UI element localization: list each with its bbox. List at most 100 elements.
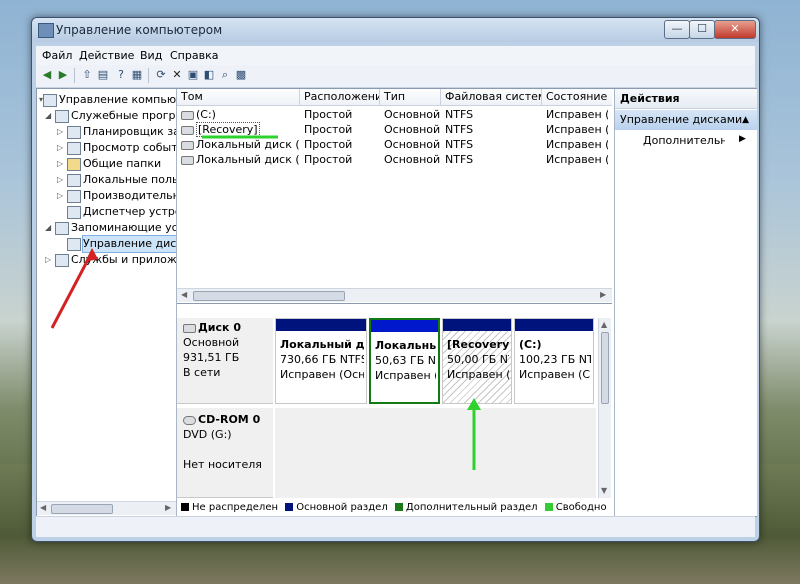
tree-item-label: Управление компьютером (локальным) (59, 93, 177, 106)
delete-icon[interactable]: ✕ (170, 68, 184, 82)
partition-state: Исправен (Система) (519, 368, 591, 381)
title-bar[interactable]: Управление компьютером — ☐ ✕ (32, 18, 759, 42)
actions-header: Действия (615, 89, 757, 109)
up-icon[interactable]: ⇧ (80, 68, 94, 82)
primary-partition-bar (371, 320, 438, 332)
tree-item-label: Службы и приложения (71, 253, 177, 266)
settings-icon[interactable]: ▩ (234, 68, 248, 82)
partition-e[interactable]: Локальный диск (E:) 730,66 ГБ NTFS Испра… (275, 318, 367, 404)
volume-type: Основной (384, 138, 440, 151)
scroll-thumb[interactable] (193, 291, 345, 301)
actions-disk-management[interactable]: Управление дисками ▲ (615, 110, 757, 130)
disk-status: В сети (183, 366, 221, 379)
maximize-button[interactable]: ☐ (689, 20, 715, 39)
tree-item-label: Просмотр событий (83, 141, 177, 154)
show-hide-tree-icon[interactable]: ▤ (96, 68, 110, 82)
volume-type: Основной (384, 153, 440, 166)
scroll-down-icon[interactable]: ▼ (601, 486, 607, 495)
tree-item-label: Планировщик заданий (83, 125, 176, 138)
scroll-left-icon[interactable]: ◀ (40, 503, 46, 512)
menu-help[interactable]: Справка (170, 49, 218, 62)
expand-icon[interactable]: ▷ (57, 160, 65, 168)
cdrom-status: Нет носителя (183, 458, 262, 471)
cdrom-empty-area[interactable] (275, 408, 596, 498)
tree-item-label: Диспетчер устройств (83, 205, 176, 218)
submenu-arrow-icon[interactable]: ▶ (739, 134, 746, 144)
legend-swatch (285, 503, 294, 511)
volume-type: Основной (384, 108, 440, 121)
export-icon[interactable]: ▣ (186, 68, 200, 82)
partition-size: 50,00 ГБ NTFS (447, 353, 509, 366)
partition-state: Исправен (Основной раздел) (280, 368, 364, 381)
scroll-up-icon[interactable]: ▲ (601, 320, 607, 329)
collapse-icon[interactable]: ◢ (45, 224, 53, 232)
partition-title: Локальный диск (E:) (280, 338, 364, 351)
navigation-tree: ▾ Управление компьютером (локальным) ◢ С… (37, 89, 177, 516)
disk-0-label[interactable]: Диск 0 Основной 931,51 ГБ В сети (177, 318, 273, 404)
volume-row[interactable]: Локальный диск (D:) Простой Основной NTF… (177, 137, 612, 152)
scroll-right-icon[interactable]: ▶ (165, 503, 171, 512)
column-header-volume[interactable]: Том (177, 89, 300, 106)
partition-c[interactable]: (C:) 100,23 ГБ NTFS Исправен (Система) (514, 318, 594, 404)
status-bar (36, 516, 755, 537)
volume-name: (C:) (196, 108, 216, 121)
menu-action[interactable]: Действие (79, 49, 134, 62)
users-icon (67, 174, 81, 187)
actions-more[interactable]: Дополнительные действия (643, 134, 725, 147)
volume-status: Исправен (Основной раздел) (546, 123, 608, 136)
expand-icon[interactable]: ▷ (57, 192, 65, 200)
search-icon[interactable]: ⌕ (218, 68, 232, 82)
expand-icon[interactable]: ▷ (57, 144, 65, 152)
partition-size: 50,63 ГБ NTFS (375, 354, 436, 367)
open-icon[interactable]: ◧ (202, 68, 216, 82)
column-header-filesystem[interactable]: Файловая система (441, 89, 542, 106)
partition-state: Исправен (Основной раздел) (375, 369, 436, 382)
volume-filesystem: NTFS (445, 108, 474, 121)
partition-title: [Recovery] (447, 338, 509, 351)
volume-icon (181, 125, 194, 135)
cdrom-0-label[interactable]: CD-ROM 0 DVD (G:) Нет носителя (177, 408, 273, 498)
volume-type: Основной (384, 123, 440, 136)
expand-icon[interactable]: ▷ (57, 128, 65, 136)
help-icon[interactable]: ? (114, 68, 128, 82)
volume-row[interactable]: Локальный диск (E:) Простой Основной NTF… (177, 152, 612, 167)
expand-icon[interactable]: ▷ (45, 256, 53, 264)
scroll-thumb[interactable] (51, 504, 113, 514)
clock-icon (67, 126, 81, 139)
collapse-icon[interactable]: ◢ (45, 112, 53, 120)
partition-d[interactable]: Локальный диск (D:) 50,63 ГБ NTFS Исправ… (369, 318, 440, 404)
collapse-up-icon[interactable]: ▲ (742, 110, 749, 130)
close-button[interactable]: ✕ (714, 20, 756, 39)
column-header-status[interactable]: Состояние (542, 89, 612, 106)
legend-label: Свободно (555, 502, 607, 513)
menu-view[interactable]: Вид (140, 49, 162, 62)
disk-graphical-view: Диск 0 Основной 931,51 ГБ В сети Локальн… (177, 304, 612, 516)
legend-label: Дополнительный раздел (405, 502, 538, 513)
properties-icon[interactable]: ▦ (130, 68, 144, 82)
volume-status: Исправен (Загрузка) (546, 108, 608, 121)
primary-partition-bar (443, 319, 511, 331)
forward-icon[interactable]: ▶ (56, 68, 70, 82)
back-icon[interactable]: ◀ (40, 68, 54, 82)
scroll-left-icon[interactable]: ◀ (181, 290, 187, 299)
partition-title: (C:) (519, 338, 542, 351)
volume-list-horizontal-scrollbar[interactable]: ◀ ▶ (177, 288, 612, 302)
minimize-button[interactable]: — (664, 20, 690, 39)
graph-vertical-scrollbar[interactable]: ▲ ▼ (598, 318, 611, 498)
volume-row[interactable]: (C:) Простой Основной NTFS Исправен (Заг… (177, 107, 612, 122)
volume-filesystem: NTFS (445, 138, 474, 151)
event-viewer-icon (67, 142, 81, 155)
volume-row[interactable]: [Recovery] Простой Основной NTFS Исправе… (177, 122, 612, 137)
refresh-icon[interactable]: ⟳ (154, 68, 168, 82)
expand-icon[interactable]: ▷ (57, 176, 65, 184)
column-header-location[interactable]: Расположение (300, 89, 380, 106)
partition-recovery[interactable]: [Recovery] 50,00 ГБ NTFS Исправен (Основ… (442, 318, 512, 404)
menu-file[interactable]: Файл (42, 49, 72, 62)
tree-horizontal-scrollbar[interactable]: ◀ ▶ (37, 501, 176, 515)
computer-management-icon (38, 23, 54, 38)
scroll-thumb[interactable] (601, 332, 609, 404)
tools-icon (55, 110, 69, 123)
column-header-type[interactable]: Тип (380, 89, 441, 106)
cdrom-name: CD-ROM 0 (198, 413, 261, 426)
scroll-right-icon[interactable]: ▶ (600, 290, 606, 299)
